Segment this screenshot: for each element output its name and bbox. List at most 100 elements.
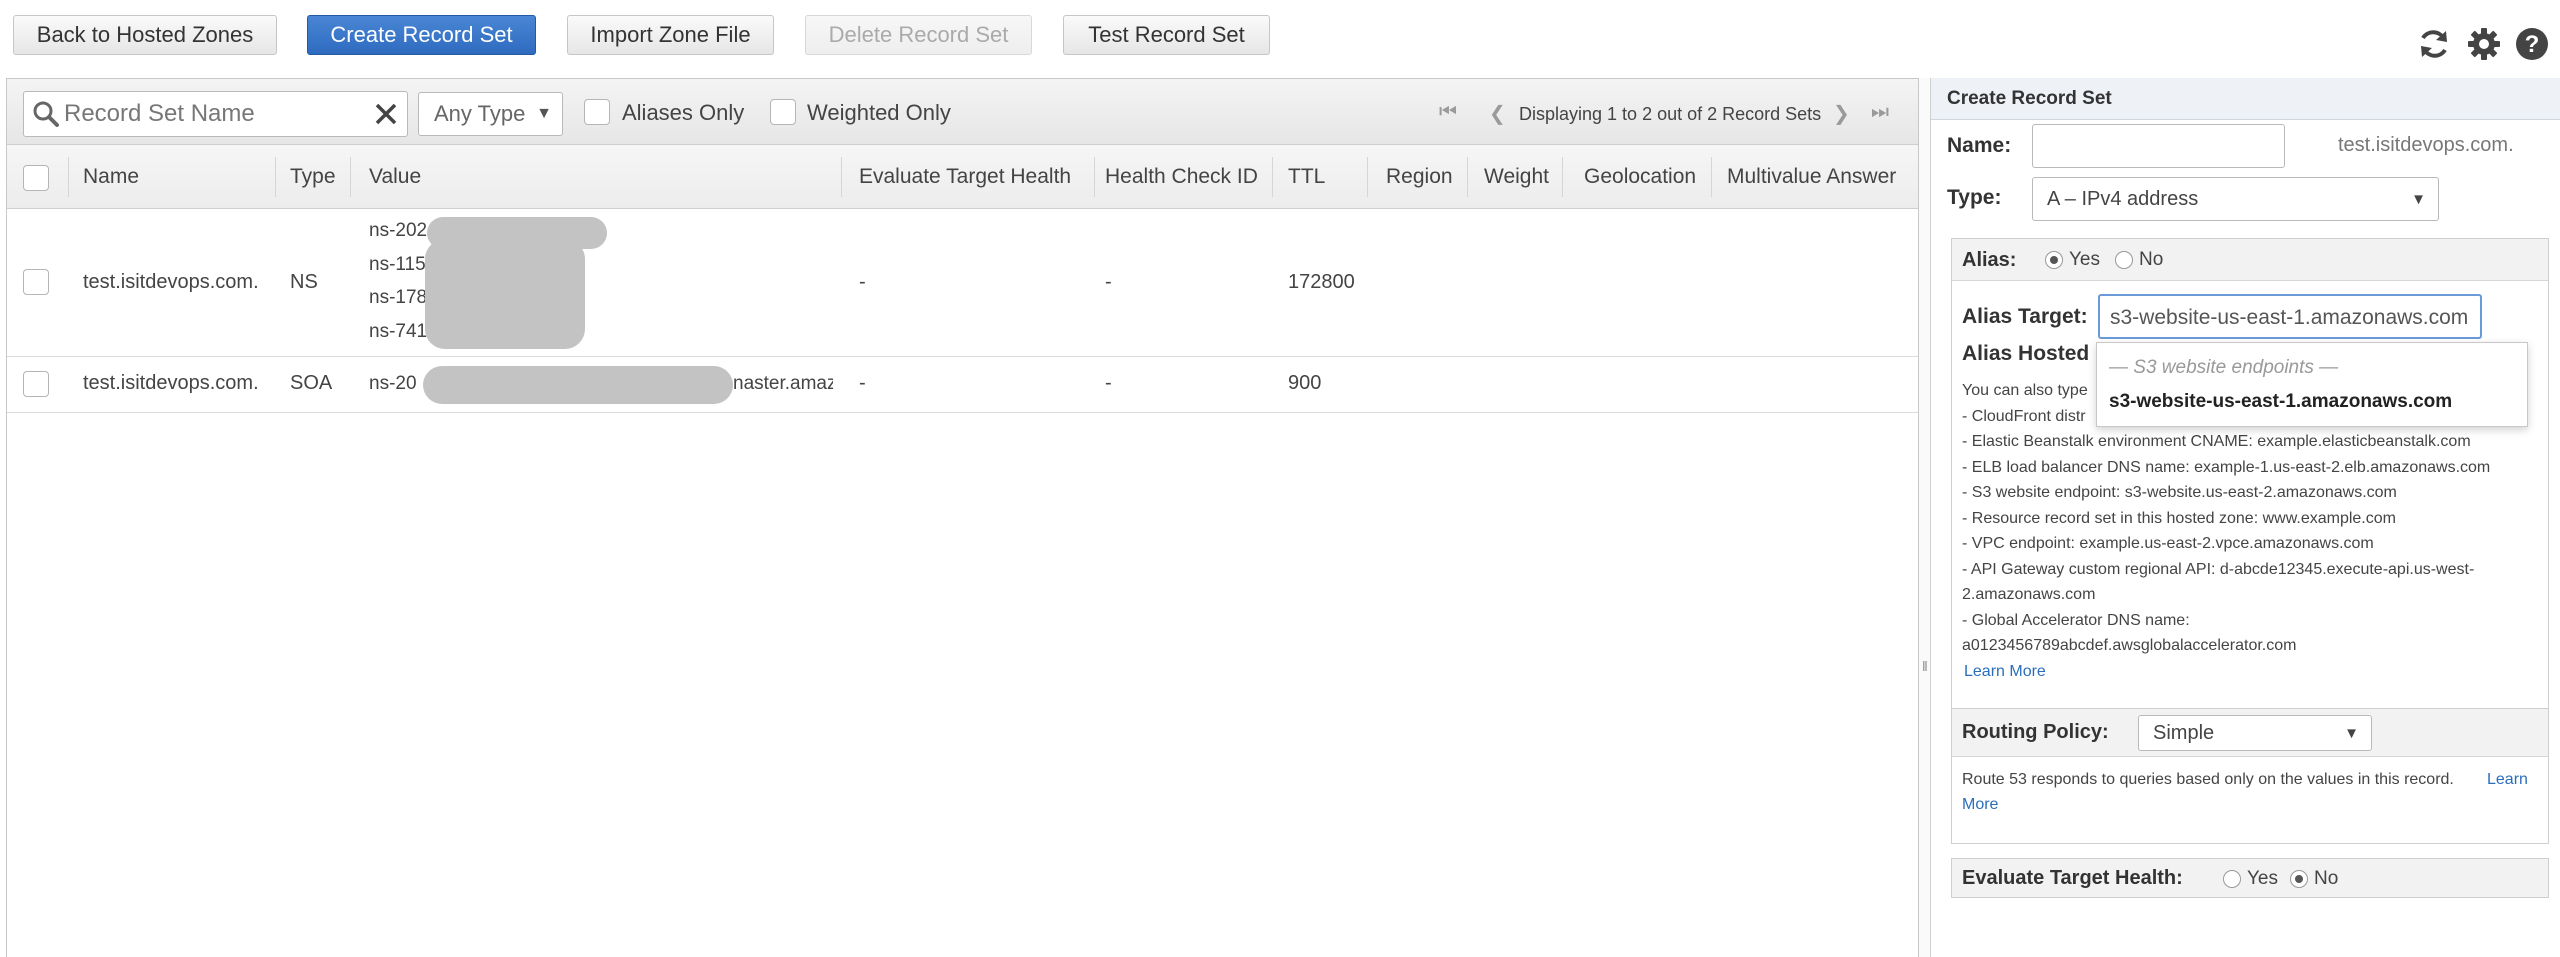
col-multivalue-answer[interactable]: Multivalue Answer <box>1727 145 1896 209</box>
help-item: - S3 website endpoint: s3-website.us-eas… <box>1962 484 2397 501</box>
table-row[interactable]: test.isitdevops.com. NS ns-202 ns-115 ns… <box>7 209 1918 357</box>
record-name: test.isitdevops.com. <box>83 372 259 394</box>
help-item: - Resource record set in this hosted zon… <box>1962 510 2396 527</box>
evaluate-target-health-value: - <box>859 271 866 293</box>
redaction-mark <box>425 239 585 349</box>
search-box[interactable] <box>23 91 408 137</box>
name-input[interactable] <box>2032 124 2285 168</box>
help-intro: You can also type <box>1962 382 2088 399</box>
settings-icon[interactable] <box>2466 26 2502 62</box>
evaluate-yes-radio[interactable] <box>2223 870 2241 888</box>
help-icon[interactable]: ? <box>2514 26 2550 62</box>
search-input[interactable] <box>64 98 364 130</box>
alias-yes-radio[interactable] <box>2045 251 2063 269</box>
delete-record-set-button[interactable]: Delete Record Set <box>805 15 1032 55</box>
route53-console: Back to Hosted Zones Create Record Set I… <box>0 0 2560 957</box>
evaluate-no-label: No <box>2314 868 2339 889</box>
alias-target-value: s3-website-us-east-1.amazonaws.com <box>2110 306 2469 329</box>
next-page-icon[interactable]: ❯ <box>1833 101 1850 126</box>
record-value-prefix: ns-20 <box>369 373 417 394</box>
table-row[interactable]: test.isitdevops.com. SOA ns-20 naster.am… <box>7 357 1918 413</box>
alias-target-input[interactable]: s3-website-us-east-1.amazonaws.com <box>2098 294 2482 339</box>
test-record-set-button[interactable]: Test Record Set <box>1063 15 1270 55</box>
refresh-icon[interactable] <box>2416 26 2452 62</box>
alias-section: Alias: Yes No Alias Target: s3-website-u… <box>1951 238 2549 770</box>
record-type: SOA <box>290 372 333 394</box>
alias-target-label: Alias Target: <box>1962 305 2088 328</box>
routing-policy-value: Simple <box>2153 721 2215 744</box>
evaluate-target-health-value: - <box>859 372 866 394</box>
table-header: Name Type Value Evaluate Target Health H… <box>7 145 1918 209</box>
help-item: - API Gateway custom regional API: d-abc… <box>1962 561 2475 578</box>
col-weight[interactable]: Weight <box>1484 145 1549 209</box>
record-name: test.isitdevops.com. <box>83 271 259 293</box>
routing-policy-label: Routing Policy: <box>1962 721 2109 743</box>
svg-text:?: ? <box>2525 31 2540 58</box>
col-health-check-id[interactable]: Health Check ID <box>1105 145 1258 209</box>
routing-learn-link[interactable]: Learn <box>2487 771 2528 789</box>
help-item: - Elastic Beanstalk environment CNAME: e… <box>1962 433 2471 450</box>
ttl-value: 172800 <box>1288 271 1355 293</box>
chevron-down-icon: ▼ <box>536 105 552 122</box>
help-item: - ELB load balancer DNS name: example-1.… <box>1962 459 2491 476</box>
type-select-value: A – IPv4 address <box>2047 187 2199 210</box>
aliases-only-checkbox[interactable] <box>584 99 610 125</box>
alias-hosted-zone-label: Alias Hosted <box>1962 342 2090 365</box>
alias-yes-label: Yes <box>2069 249 2100 270</box>
redaction-mark <box>423 366 733 404</box>
evaluate-no-radio[interactable] <box>2290 870 2308 888</box>
evaluate-target-health-section: Evaluate Target Health: Yes No <box>1951 858 2549 898</box>
col-value[interactable]: Value <box>369 145 421 209</box>
routing-more-link[interactable]: More <box>1962 796 1998 814</box>
chevron-down-icon: ▼ <box>2411 190 2426 208</box>
col-region[interactable]: Region <box>1386 145 1453 209</box>
help-item: a0123456789abcdef.awsglobalaccelerator.c… <box>1962 637 2297 654</box>
back-to-hosted-zones-button[interactable]: Back to Hosted Zones <box>13 15 277 55</box>
prev-page-icon[interactable]: ❮ <box>1489 101 1506 126</box>
routing-policy-head: Routing Policy: Simple ▼ <box>1952 709 2548 757</box>
routing-policy-select[interactable]: Simple ▼ <box>2138 715 2372 751</box>
create-record-set-button[interactable]: Create Record Set <box>307 15 536 55</box>
col-name[interactable]: Name <box>83 145 139 209</box>
help-item: - VPC endpoint: example.us-east-2.vpce.a… <box>1962 535 2374 552</box>
select-all-checkbox[interactable] <box>23 165 49 191</box>
record-type: NS <box>290 271 318 293</box>
clear-icon[interactable] <box>373 101 399 127</box>
create-record-set-panel: Create Record Set Name: test.isitdevops.… <box>1931 78 2560 957</box>
alias-no-label: No <box>2139 249 2164 270</box>
pager-status: Displaying 1 to 2 out of 2 Record Sets <box>1519 104 1822 124</box>
health-check-id-value: - <box>1105 271 1112 293</box>
record-type-select[interactable]: Any Type ▼ <box>418 92 563 136</box>
col-geolocation[interactable]: Geolocation <box>1584 145 1696 209</box>
col-type[interactable]: Type <box>290 145 336 209</box>
help-item: 2.amazonaws.com <box>1962 586 2096 603</box>
weighted-only-checkbox[interactable] <box>770 99 796 125</box>
record-value-line: ns-115 <box>369 254 426 275</box>
panel-splitter[interactable]: ‖ <box>1919 78 1931 957</box>
record-value-line: ns-741 <box>369 321 428 342</box>
record-value-suffix: naster.amaz <box>733 373 833 394</box>
dropdown-option[interactable]: s3-website-us-east-1.amazonaws.com <box>2109 391 2452 413</box>
col-evaluate-target-health[interactable]: Evaluate Target Health <box>859 145 1071 209</box>
first-page-icon[interactable]: ⏮ <box>1439 101 1457 124</box>
routing-policy-section: Routing Policy: Simple ▼ Route 53 respon… <box>1951 708 2549 844</box>
alias-label: Alias: <box>1962 249 2017 271</box>
col-ttl[interactable]: TTL <box>1288 145 1325 209</box>
last-page-icon[interactable]: ⏭ <box>1871 101 1889 124</box>
health-check-id-value: - <box>1105 372 1112 394</box>
record-value-line: ns-202 <box>369 220 428 241</box>
alias-section-head: Alias: Yes No <box>1952 239 2548 281</box>
learn-more-link[interactable]: Learn More <box>1964 663 2046 681</box>
weighted-only-label: Weighted Only <box>807 100 951 125</box>
evaluate-yes-label: Yes <box>2247 868 2278 889</box>
import-zone-file-button[interactable]: Import Zone File <box>567 15 774 55</box>
help-item: - CloudFront distr <box>1962 408 2086 425</box>
type-select[interactable]: A – IPv4 address ▼ <box>2032 177 2439 221</box>
row-checkbox[interactable] <box>23 269 49 295</box>
row-checkbox[interactable] <box>23 371 49 397</box>
chevron-down-icon: ▼ <box>2344 724 2359 742</box>
domain-suffix: test.isitdevops.com. <box>2338 134 2514 156</box>
filter-bar: Any Type ▼ Aliases Only Weighted Only ⏮ … <box>7 79 1918 145</box>
splitter-grip[interactable]: ‖ <box>1922 658 1928 674</box>
alias-no-radio[interactable] <box>2115 251 2133 269</box>
